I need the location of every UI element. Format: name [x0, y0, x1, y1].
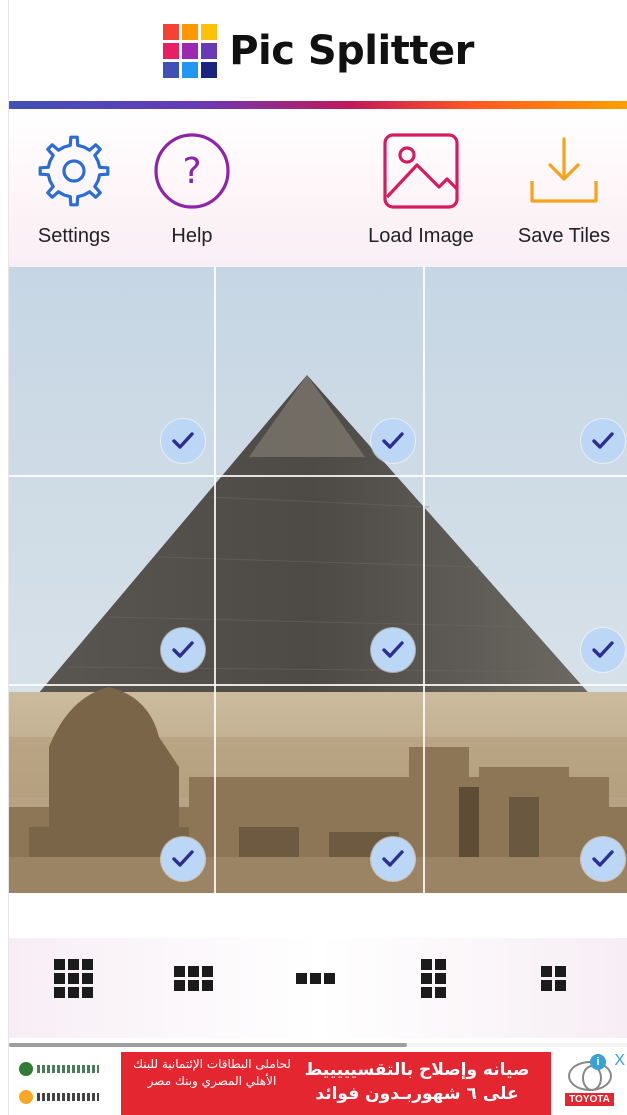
horizontal-scrollbar[interactable]: [9, 1043, 627, 1047]
logo-square: [163, 62, 180, 78]
load-image-button[interactable]: Load Image: [363, 131, 479, 248]
logo-square: [163, 24, 180, 40]
logo-square: [182, 43, 199, 59]
ad-line-2: على ٦ شهوربـدون فوائد: [315, 1084, 519, 1104]
gear-icon: [38, 135, 110, 207]
grid-1x3-icon: [295, 972, 335, 984]
checkmark-icon: [172, 641, 194, 658]
image-icon: [383, 133, 459, 209]
ad-right-text: صيانه وإصلاح بالتقسيييييط على ٦ شهوربـدو…: [297, 1058, 537, 1106]
ad-red-panel[interactable]: لحاملى البطاقات الإئتمانية للبنك الأهلي …: [121, 1052, 551, 1115]
load-image-label: Load Image: [368, 225, 474, 247]
app-header: Pic Splitter: [9, 0, 627, 102]
logo-square: [163, 43, 180, 59]
app-window: Pic Splitter Settings ? Help Load Image …: [8, 0, 627, 1115]
tile-check-1[interactable]: [161, 419, 205, 463]
ad-line-1: صيانه وإصلاح بالتقسيييييط: [304, 1060, 530, 1080]
checkmark-icon: [382, 850, 404, 867]
tile-check-3[interactable]: [581, 419, 625, 463]
checkmark-icon: [592, 850, 614, 867]
settings-button[interactable]: Settings: [31, 131, 117, 248]
grid-2x2-icon: [540, 965, 566, 991]
grid-line-v1: [214, 267, 216, 893]
toyota-wordmark: TOYOTA: [565, 1093, 614, 1106]
layout-1x3-button[interactable]: [285, 948, 345, 1008]
bank-logos: [9, 1052, 119, 1115]
checkmark-icon: [172, 432, 194, 449]
logo-square: [182, 24, 199, 40]
save-tiles-label: Save Tiles: [517, 225, 611, 247]
spacer: [9, 893, 627, 938]
layout-3x3-button[interactable]: [43, 948, 103, 1008]
national-bank-logo-icon: [19, 1058, 99, 1080]
tile-check-8[interactable]: [371, 837, 415, 881]
logo-square: [201, 43, 218, 59]
download-icon: [530, 137, 598, 203]
checkmark-icon: [382, 432, 404, 449]
svg-text:?: ?: [182, 151, 201, 192]
banque-misr-logo-icon: [19, 1086, 99, 1108]
checkmark-icon: [382, 641, 404, 658]
logo-square: [201, 24, 218, 40]
checkmark-icon: [592, 432, 614, 449]
ad-info-icon[interactable]: i: [590, 1054, 606, 1070]
tile-check-4[interactable]: [161, 628, 205, 672]
help-icon: ?: [154, 133, 230, 209]
checkmark-icon: [592, 641, 614, 658]
ad-left-text: لحاملى البطاقات الإئتمانية للبنك الأهلي …: [133, 1057, 291, 1088]
logo-square: [201, 62, 218, 78]
tile-check-6[interactable]: [581, 628, 625, 672]
layout-options-bar: [9, 938, 627, 1038]
app-logo: Pic Splitter: [163, 24, 474, 78]
help-label: Help: [171, 225, 213, 247]
grid-line-h2: [9, 684, 627, 686]
ad-close-icon[interactable]: X: [614, 1053, 625, 1069]
toolbar: Settings ? Help Load Image Save Tiles: [9, 109, 627, 267]
tile-check-2[interactable]: [371, 419, 415, 463]
settings-label: Settings: [37, 225, 111, 247]
grid-2x3-icon: [173, 965, 213, 991]
tile-check-5[interactable]: [371, 628, 415, 672]
app-title: Pic Splitter: [229, 28, 474, 74]
grid-line-v2: [423, 267, 425, 893]
image-preview[interactable]: [9, 267, 627, 893]
checkmark-icon: [172, 850, 194, 867]
header-divider: [9, 101, 627, 109]
tile-check-9[interactable]: [581, 837, 625, 881]
logo-grid-icon: [163, 24, 218, 78]
ad-banner[interactable]: لحاملى البطاقات الإئتمانية للبنك الأهلي …: [9, 1052, 627, 1115]
layout-2x2-button[interactable]: [523, 948, 583, 1008]
logo-square: [182, 62, 199, 78]
layout-3x2-button[interactable]: [403, 948, 463, 1008]
layout-2x3-button[interactable]: [163, 948, 223, 1008]
help-button[interactable]: ? Help: [149, 131, 235, 248]
save-tiles-button[interactable]: Save Tiles: [511, 131, 617, 248]
grid-3x3-icon: [53, 958, 93, 998]
grid-line-h1: [9, 475, 627, 477]
pyramid-photo: [9, 267, 627, 893]
grid-3x2-icon: [420, 958, 446, 998]
tile-check-7[interactable]: [161, 837, 205, 881]
scrollbar-thumb[interactable]: [9, 1043, 407, 1047]
